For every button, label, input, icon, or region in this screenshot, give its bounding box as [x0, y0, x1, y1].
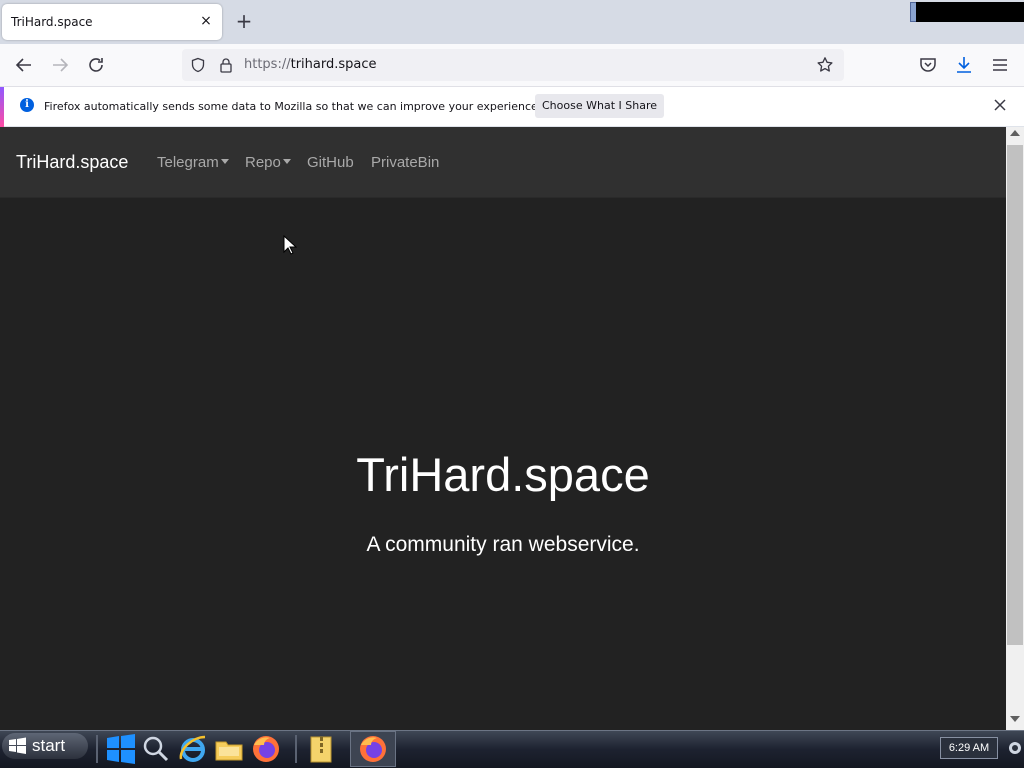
shield-icon[interactable] [190, 57, 206, 73]
taskbar-separator [295, 735, 297, 763]
url-host: trihard.space [290, 57, 377, 72]
tab-trihard[interactable]: TriHard.space × [2, 4, 222, 40]
taskbar: start 6:29 AM [0, 730, 1024, 768]
taskbar-active-window[interactable] [350, 731, 396, 767]
vertical-scrollbar[interactable] [1006, 127, 1024, 730]
nav-telegram[interactable]: Telegram [157, 154, 229, 171]
star-icon[interactable] [816, 56, 834, 74]
chevron-down-icon [282, 159, 291, 165]
tab-close-icon[interactable]: × [198, 13, 214, 29]
data-collection-notification: i Firefox automatically sends some data … [0, 86, 1024, 127]
nav-privatebin[interactable]: PrivateBin [371, 154, 439, 171]
download-icon[interactable] [952, 53, 976, 77]
system-clock[interactable]: 6:29 AM [940, 737, 998, 759]
navigation-toolbar: https://trihard.space [0, 44, 1024, 86]
scroll-thumb[interactable] [1007, 145, 1023, 645]
archive-folder-icon[interactable] [305, 733, 337, 765]
close-notification-icon[interactable] [992, 97, 1008, 113]
pocket-icon[interactable] [916, 53, 940, 77]
url-bar[interactable]: https://trihard.space [182, 49, 844, 81]
page-viewport: TriHard.space Telegram Repo GitHub Priva… [0, 127, 1006, 730]
redaction-block [916, 2, 1024, 22]
notification-message: Firefox automatically sends some data to… [44, 100, 542, 113]
new-tab-icon[interactable]: + [234, 11, 254, 31]
hero-subtitle: A community ran webservice. [366, 533, 640, 556]
windows-flag-icon [9, 737, 26, 754]
nav-repo[interactable]: Repo [245, 154, 291, 171]
windows-logo-icon[interactable] [105, 733, 137, 765]
notification-accent [0, 87, 4, 127]
file-explorer-icon[interactable] [213, 733, 245, 765]
taskbar-separator [96, 735, 98, 763]
nav-repo-label: Repo [245, 154, 281, 171]
site-brand[interactable]: TriHard.space [16, 152, 128, 173]
site-navbar: TriHard.space Telegram Repo GitHub Priva… [0, 127, 1006, 198]
start-label: start [32, 736, 66, 755]
reload-icon[interactable] [84, 53, 108, 77]
hero-title: TriHard.space [356, 448, 650, 501]
nav-github[interactable]: GitHub [307, 154, 354, 171]
scroll-up-arrow-icon[interactable] [1010, 130, 1020, 136]
scroll-down-arrow-icon[interactable] [1010, 716, 1020, 722]
back-icon[interactable] [12, 53, 36, 77]
lock-icon[interactable] [218, 57, 234, 73]
choose-what-i-share-button[interactable]: Choose What I Share [535, 94, 664, 118]
tab-title: TriHard.space [11, 15, 93, 29]
clock-time: 6:29 AM [948, 742, 990, 754]
menu-icon[interactable] [988, 53, 1012, 77]
firefox-icon[interactable] [250, 733, 282, 765]
firefox-icon [360, 736, 386, 762]
chevron-down-icon [220, 159, 229, 165]
system-tray-icon[interactable] [1008, 741, 1022, 755]
window-controls [910, 2, 1024, 22]
url-text[interactable]: https://trihard.space [244, 57, 377, 72]
start-button[interactable]: start [2, 733, 88, 759]
tab-strip: TriHard.space × + [0, 0, 1024, 44]
mouse-cursor-icon [283, 235, 297, 255]
search-icon[interactable] [140, 733, 172, 765]
url-protocol: https:// [244, 57, 291, 72]
internet-explorer-icon[interactable] [177, 733, 209, 765]
info-icon: i [20, 98, 34, 112]
forward-icon[interactable] [48, 53, 72, 77]
nav-telegram-label: Telegram [157, 154, 219, 171]
